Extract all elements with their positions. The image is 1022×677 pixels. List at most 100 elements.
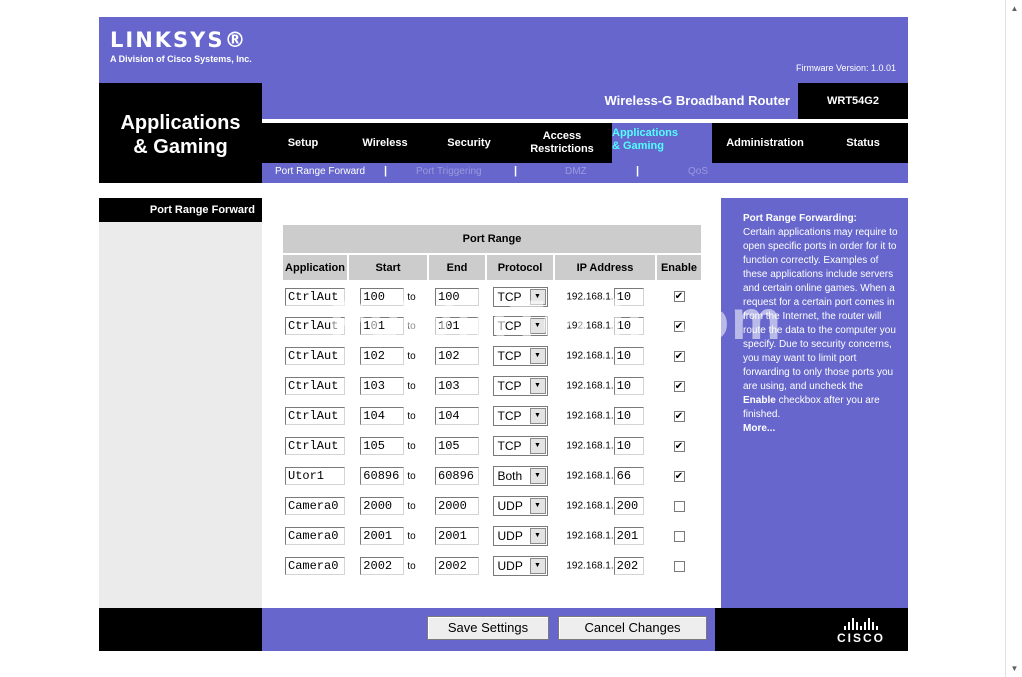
ip-last-octet-input[interactable]: 10 [613, 317, 644, 335]
protocol-value: TCP [497, 289, 522, 304]
chevron-down-icon[interactable]: ▼ [529, 348, 546, 364]
protocol-select[interactable]: TCP ▼ [492, 376, 548, 396]
tab-wireless[interactable]: Wireless [344, 123, 426, 163]
protocol-select[interactable]: TCP ▼ [492, 346, 548, 366]
scroll-up-icon[interactable]: ▲ [1006, 0, 1022, 17]
port-range-table: Port Range Application Start End Protoco… [281, 223, 703, 581]
col-enable: Enable [655, 253, 703, 282]
start-port-input[interactable]: 2002 [360, 557, 405, 575]
application-name-input[interactable]: CtrlAut [285, 317, 345, 335]
cell-end: 101 [428, 311, 486, 341]
ip-last-octet-input[interactable]: 201 [613, 527, 644, 545]
protocol-select[interactable]: Both ▼ [492, 466, 548, 486]
cancel-changes-button[interactable]: Cancel Changes [558, 616, 707, 640]
enable-checkbox[interactable] [673, 560, 685, 572]
end-port-input[interactable]: 100 [435, 287, 479, 306]
protocol-select[interactable]: UDP ▼ [492, 496, 548, 516]
tab-administration[interactable]: Administration [712, 123, 818, 163]
chevron-down-icon[interactable]: ▼ [529, 288, 546, 305]
start-port-input[interactable]: 2001 [360, 527, 405, 545]
ip-last-octet-input[interactable]: 10 [613, 377, 644, 395]
start-port-input[interactable]: 102 [360, 347, 405, 365]
start-port-input[interactable]: 60896 [360, 467, 405, 485]
enable-checkbox[interactable]: ✔ [673, 291, 685, 303]
protocol-select[interactable]: TCP ▼ [492, 406, 548, 426]
application-name-input[interactable]: CtrlAut [285, 377, 345, 395]
application-name-input[interactable]: Utor1 [285, 467, 345, 485]
protocol-select[interactable]: TCP ▼ [492, 316, 548, 336]
chevron-down-icon[interactable]: ▼ [529, 528, 546, 544]
ip-last-octet-input[interactable]: 202 [613, 557, 644, 575]
ip-last-octet-input[interactable]: 10 [613, 347, 644, 365]
enable-checkbox[interactable]: ✔ [673, 350, 685, 362]
chevron-down-icon[interactable]: ▼ [529, 408, 546, 424]
save-settings-button[interactable]: Save Settings [427, 616, 549, 640]
table-row: Camera0 2001 to 2001 UDP ▼ 192.168.1. 201 [282, 521, 702, 551]
start-port-input[interactable]: 105 [360, 437, 405, 455]
end-port-input[interactable]: 2001 [435, 527, 479, 545]
tab-status[interactable]: Status [818, 123, 908, 163]
tab-applications-gaming[interactable]: Applications & Gaming [612, 123, 712, 163]
protocol-select[interactable]: UDP ▼ [492, 556, 548, 576]
enable-checkbox[interactable]: ✔ [673, 380, 685, 392]
end-port-input[interactable]: 103 [435, 377, 479, 395]
enable-checkbox[interactable]: ✔ [673, 410, 685, 422]
chevron-down-icon[interactable]: ▼ [529, 498, 546, 514]
scroll-down-icon[interactable]: ▼ [1006, 660, 1022, 677]
cell-end: 60896 [428, 461, 486, 491]
end-port-input[interactable]: 2002 [435, 557, 479, 575]
application-name-input[interactable]: CtrlAut [285, 407, 345, 425]
subtab-dmz[interactable]: DMZ [565, 166, 587, 177]
application-name-input[interactable]: Camera0 [285, 557, 345, 575]
tab-security[interactable]: Security [426, 123, 512, 163]
header-banner: LINKSYS® A Division of Cisco Systems, In… [99, 17, 908, 83]
application-name-input[interactable]: Camera0 [285, 497, 345, 515]
start-port-input[interactable]: 100 [360, 287, 405, 306]
enable-checkbox[interactable] [673, 500, 685, 512]
cell-protocol: UDP ▼ [486, 521, 554, 551]
tab-setup[interactable]: Setup [262, 123, 344, 163]
subtab-port-triggering[interactable]: Port Triggering [416, 166, 482, 177]
start-port-input[interactable]: 103 [360, 377, 405, 395]
vertical-scrollbar[interactable]: ▲ ▼ [1005, 0, 1022, 677]
end-port-input[interactable]: 101 [435, 317, 479, 335]
subtab-port-range-forward[interactable]: Port Range Forward [275, 166, 365, 177]
end-port-input[interactable]: 2000 [435, 497, 479, 515]
start-port-input[interactable]: 104 [360, 407, 405, 425]
tab-access-restrictions[interactable]: Access Restrictions [512, 123, 612, 163]
chevron-down-icon[interactable]: ▼ [529, 378, 546, 394]
help-more-link[interactable]: More... [743, 422, 898, 436]
chevron-down-icon[interactable]: ▼ [529, 438, 546, 454]
cell-enable [656, 491, 702, 521]
start-port-input[interactable]: 2000 [360, 497, 405, 515]
section-title: Applications & Gaming [99, 111, 262, 159]
protocol-select[interactable]: UDP ▼ [492, 526, 548, 546]
ip-last-octet-input[interactable]: 200 [613, 497, 644, 515]
enable-checkbox[interactable]: ✔ [673, 440, 685, 452]
ip-last-octet-input[interactable]: 10 [613, 407, 644, 425]
ip-last-octet-input[interactable]: 10 [613, 437, 644, 455]
application-name-input[interactable]: CtrlAut [285, 437, 345, 455]
chevron-down-icon[interactable]: ▼ [529, 468, 546, 484]
enable-checkbox[interactable]: ✔ [673, 320, 685, 332]
cell-ip: 192.168.1. 10 [554, 311, 656, 341]
protocol-select[interactable]: TCP ▼ [492, 436, 548, 456]
end-port-input[interactable]: 105 [435, 437, 479, 455]
enable-checkbox[interactable] [673, 530, 685, 542]
enable-checkbox[interactable]: ✔ [673, 470, 685, 482]
end-port-input[interactable]: 102 [435, 347, 479, 365]
application-name-input[interactable]: CtrlAut [285, 347, 345, 365]
ip-last-octet-input[interactable]: 66 [613, 467, 644, 485]
ip-last-octet-input[interactable]: 10 [613, 287, 644, 306]
chevron-down-icon[interactable]: ▼ [529, 318, 546, 334]
start-port-input[interactable]: 101 [360, 317, 405, 335]
subtab-qos[interactable]: QoS [688, 166, 708, 177]
end-port-input[interactable]: 104 [435, 407, 479, 425]
protocol-select[interactable]: TCP ▼ [492, 286, 548, 307]
application-name-input[interactable]: CtrlAut [285, 287, 345, 306]
chevron-down-icon[interactable]: ▼ [529, 558, 546, 574]
end-port-input[interactable]: 60896 [435, 467, 479, 485]
application-name-input[interactable]: Camera0 [285, 527, 345, 545]
tab-label-line1: Access [542, 130, 582, 142]
cell-start: 103 to [348, 371, 428, 401]
